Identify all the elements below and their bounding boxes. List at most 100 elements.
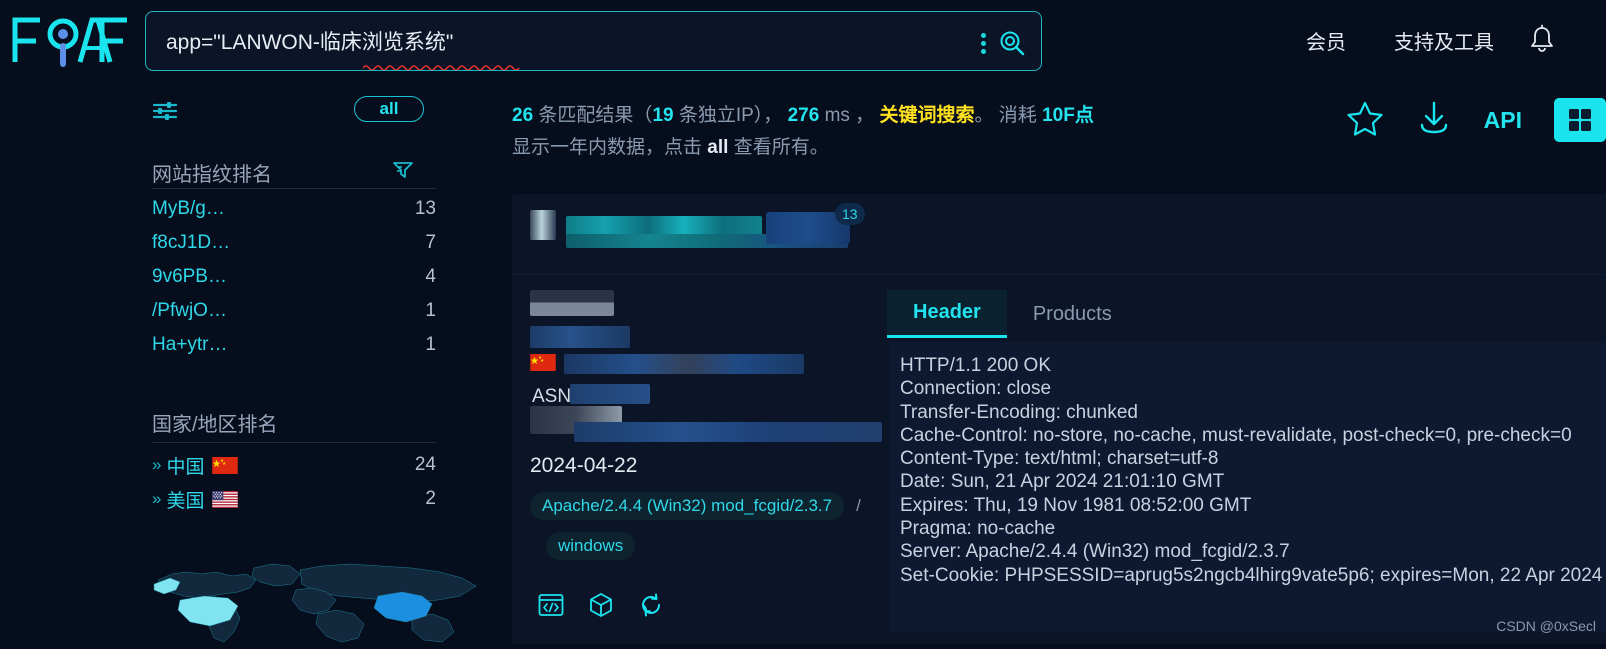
top-bar: 会员 支持及工具 <box>0 0 1606 82</box>
all-filter-pill[interactable]: all <box>354 96 424 122</box>
results-summary-line-2: 显示一年内数据，点击 all 查看所有。 <box>512 132 829 159</box>
tag-os[interactable]: windows <box>546 532 635 560</box>
html-code-icon[interactable] <box>538 593 564 622</box>
query-time: 276 <box>788 105 820 126</box>
nav-support-tools[interactable]: 支持及工具 <box>1394 26 1494 55</box>
result-count-suffix: 条匹配结果（ <box>538 105 652 126</box>
http-header-line: HTTP/1.1 200 OK <box>900 354 1606 377</box>
http-header-line: Connection: close <box>900 377 1606 400</box>
fingerprint-count: 4 <box>425 266 436 288</box>
http-header-line: Transfer-Encoding: chunked <box>900 401 1606 424</box>
results-actions: API <box>1346 96 1606 144</box>
fingerprint-count: 1 <box>425 334 436 356</box>
note-all-link[interactable]: all <box>707 137 728 158</box>
refresh-icon[interactable] <box>638 592 664 623</box>
funnel-filter-icon[interactable] <box>392 160 414 185</box>
notification-bell-icon[interactable] <box>1528 24 1556 59</box>
result-date: 2024-04-22 <box>530 454 637 478</box>
watermark: CSDN @0xSecl <box>1496 618 1596 634</box>
flag-cn-icon <box>530 354 556 376</box>
fofa-logo[interactable] <box>10 12 135 68</box>
download-icon[interactable] <box>1416 99 1452 142</box>
fingerprint-label[interactable]: Ha+ytr… <box>152 334 228 356</box>
cost-label: 消耗 <box>999 105 1037 126</box>
search-input[interactable] <box>166 12 951 70</box>
result-tag-row-1: Apache/2.4.4 (Win32) mod_fcgid/2.3.7 / <box>530 492 861 520</box>
fingerprint-item-4[interactable]: Ha+ytr… 1 <box>152 328 436 362</box>
flag-us-icon <box>212 491 238 508</box>
fingerprint-count: 7 <box>425 232 436 254</box>
cost-value: 10F点 <box>1042 105 1094 126</box>
chevron-right-icon: » <box>152 489 158 509</box>
card-divider <box>512 274 1606 275</box>
http-header-line: Pragma: no-cache <box>900 517 1606 540</box>
country-item-china[interactable]: » 中国 24 <box>152 448 436 482</box>
fingerprint-label[interactable]: MyB/g… <box>152 198 225 220</box>
country-count: 2 <box>425 488 436 510</box>
cube-product-icon[interactable] <box>588 592 614 623</box>
redacted-favicon <box>530 210 556 240</box>
tag-server[interactable]: Apache/2.4.4 (Win32) mod_fcgid/2.3.7 <box>530 492 844 520</box>
filter-row: all <box>152 96 432 130</box>
result-card-header: 13 <box>512 194 1606 274</box>
fingerprint-count: 13 <box>415 198 436 220</box>
http-header-line: Content-Type: text/html; charset=utf-8 <box>900 447 1606 470</box>
magnifier-icon[interactable] <box>999 30 1025 61</box>
detail-tabs: Header Products <box>887 290 1138 338</box>
fingerprint-item-2[interactable]: 9v6PB… 4 <box>152 260 436 294</box>
result-count: 26 <box>512 105 533 126</box>
note-prefix: 显示一年内数据，点击 <box>512 137 702 158</box>
nav-membership[interactable]: 会员 <box>1306 26 1346 55</box>
country-label[interactable]: 中国 <box>166 452 204 479</box>
result-detail-pane: Header Products HTTP/1.1 200 OK Connecti… <box>887 290 1606 630</box>
asn-label: ASN <box>532 386 571 408</box>
search-type-suffix: 。 <box>974 105 993 126</box>
unique-ip-count: 19 <box>652 105 673 126</box>
left-sidebar: all 网站指纹排名 MyB/g… 13 f8cJ1D… 7 9v6PB… 4 … <box>0 82 500 642</box>
result-card[interactable]: 13 ASN 2024-04-22 <box>512 194 1606 644</box>
favorite-star-icon[interactable] <box>1346 99 1384 142</box>
http-header-line: Date: Sun, 21 Apr 2024 21:01:10 GMT <box>900 470 1606 493</box>
tab-products[interactable]: Products <box>1007 290 1138 338</box>
grid-view-button[interactable] <box>1554 98 1606 142</box>
query-time-unit: ms ， <box>825 105 880 126</box>
http-header-line: Cache-Control: no-store, no-cache, must-… <box>900 424 1606 447</box>
fingerprint-item-1[interactable]: f8cJ1D… 7 <box>152 226 436 260</box>
result-tag-row-2: windows <box>546 532 635 560</box>
redacted-title <box>566 216 762 236</box>
fingerprint-item-0[interactable]: MyB/g… 13 <box>152 192 436 226</box>
fingerprint-panel-title: 网站指纹排名 <box>152 158 272 187</box>
fingerprint-label[interactable]: /PfwjO… <box>152 300 227 322</box>
http-header-line: Expires: Thu, 19 Nov 1981 08:52:00 GMT <box>900 494 1606 517</box>
redacted-asn-value <box>570 384 650 404</box>
api-button[interactable]: API <box>1484 107 1522 134</box>
country-label[interactable]: 美国 <box>166 486 204 513</box>
result-card-icons <box>538 592 664 623</box>
http-header-line: Server: Apache/2.4.4 (Win32) mod_fcgid/2… <box>900 540 1606 563</box>
divider <box>152 188 436 189</box>
country-panel-title: 国家/地区排名 <box>152 408 278 437</box>
result-badge-count: 13 <box>835 203 865 225</box>
search-type-label[interactable]: 关键词搜索 <box>879 105 974 126</box>
search-box[interactable] <box>145 11 1042 71</box>
fingerprint-count: 1 <box>425 300 436 322</box>
sliders-filter-icon[interactable] <box>152 99 178 128</box>
tag-separator: / <box>856 496 861 516</box>
tab-header[interactable]: Header <box>887 290 1007 338</box>
redacted-ip <box>530 290 614 316</box>
http-headers-box[interactable]: HTTP/1.1 200 OK Connection: close Transf… <box>887 342 1606 632</box>
fingerprint-label[interactable]: 9v6PB… <box>152 266 227 288</box>
fingerprint-label[interactable]: f8cJ1D… <box>152 232 230 254</box>
country-count: 24 <box>415 454 436 476</box>
flag-cn-icon <box>212 457 238 474</box>
divider <box>152 442 436 443</box>
country-item-usa[interactable]: » 美国 2 <box>152 482 436 516</box>
fingerprint-item-3[interactable]: /PfwjO… 1 <box>152 294 436 328</box>
results-area: 26 条匹配结果（19 条独立IP）， 276 ms ， 关键词搜索。 消耗 1… <box>500 82 1606 642</box>
redacted-domain <box>530 326 630 348</box>
vertical-dots-icon[interactable] <box>981 33 987 53</box>
unique-ip-suffix: 条独立IP）， <box>679 105 788 126</box>
world-map-visualization[interactable] <box>150 552 490 644</box>
note-suffix: 查看所有。 <box>734 137 829 158</box>
redacted-org-detail <box>574 422 882 442</box>
